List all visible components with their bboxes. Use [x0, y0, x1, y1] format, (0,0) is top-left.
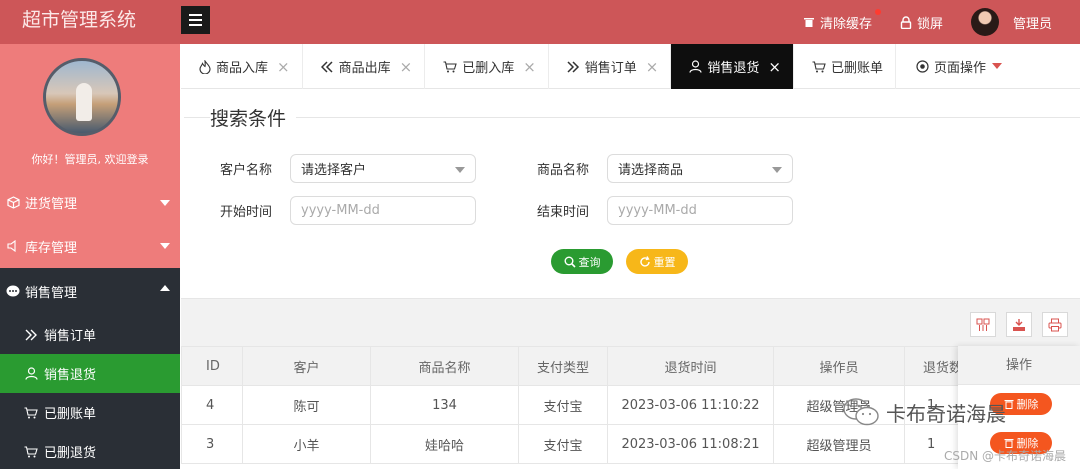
- col-id[interactable]: ID: [181, 346, 243, 386]
- tab-deleted-bills[interactable]: 已删账单: [794, 44, 896, 89]
- cart-icon: [24, 406, 38, 420]
- double-chevron-left-icon: [320, 60, 334, 73]
- tab-sales-orders[interactable]: 销售订单 ×: [549, 44, 672, 89]
- col-operator[interactable]: 操作员: [773, 346, 905, 386]
- columns-icon: [976, 318, 990, 332]
- lock-icon: [900, 15, 912, 29]
- reset-button[interactable]: 重置: [626, 249, 688, 274]
- sidebar-item-purchase[interactable]: 进货管理: [0, 181, 180, 224]
- menu-toggle-button[interactable]: [181, 6, 210, 34]
- search-icon: [564, 256, 576, 268]
- lock-screen-label: 锁屏: [916, 16, 943, 32]
- tab-stock-out[interactable]: 商品出库 ×: [303, 44, 426, 89]
- user-name[interactable]: 管理员: [1013, 13, 1052, 32]
- product-select[interactable]: 请选择商品: [607, 154, 793, 183]
- cart-icon: [812, 60, 826, 73]
- watermark: 卡布奇诺海晨: [842, 397, 1006, 427]
- chevron-down-icon: [455, 167, 465, 173]
- user-avatar[interactable]: [970, 8, 999, 36]
- close-icon[interactable]: ×: [277, 58, 290, 76]
- chevron-down-icon: [992, 63, 1002, 69]
- close-icon[interactable]: ×: [523, 58, 536, 76]
- sales-submenu: 销售订单 销售退货 已删账单 已删退货: [0, 315, 180, 469]
- speaker-icon: [6, 239, 20, 253]
- sidebar-item-deleted-bills[interactable]: 已删账单: [0, 393, 180, 432]
- user-outline-icon: [689, 60, 702, 73]
- double-chevron-icon: [24, 328, 38, 342]
- col-action: 操作: [958, 346, 1080, 385]
- customer-label: 客户名称: [220, 163, 273, 178]
- cart-icon: [24, 445, 38, 459]
- query-button[interactable]: 查询: [551, 249, 613, 274]
- profile-avatar: [43, 58, 121, 136]
- wechat-icon: [842, 397, 880, 427]
- trash-icon: [803, 18, 814, 27]
- col-payment[interactable]: 支付类型: [518, 346, 608, 386]
- chevron-down-icon: [160, 200, 170, 206]
- tab-stock-in[interactable]: 商品入库 ×: [181, 44, 303, 89]
- sidebar: 你好！管理员, 欢迎登录 进货管理 库存管理 销售管理 销售订单 销售退货 已删…: [0, 44, 180, 469]
- sidebar-item-sales-returns[interactable]: 销售退货: [0, 354, 180, 393]
- chevron-down-icon: [160, 243, 170, 249]
- clear-cache-label: 清除缓存: [819, 16, 872, 32]
- table-header-row: ID 客户 商品名称 支付类型 退货时间 操作员 退货数: [181, 346, 975, 386]
- refresh-icon: [639, 255, 651, 268]
- col-return-time[interactable]: 退货时间: [607, 346, 774, 386]
- product-label: 商品名称: [537, 163, 590, 178]
- sidebar-item-sales[interactable]: 销售管理: [0, 268, 180, 315]
- tab-bar: 商品入库 × 商品出库 × 已删入库 × 销售订单 × 销售退货 × 已删账单 …: [181, 44, 1080, 89]
- end-date-label: 结束时间: [537, 205, 590, 220]
- profile-panel: 你好！管理员, 欢迎登录: [0, 44, 180, 181]
- notification-dot: [874, 8, 881, 15]
- cube-icon: [6, 196, 20, 210]
- flame-icon: [199, 59, 211, 74]
- close-icon[interactable]: ×: [400, 58, 413, 76]
- export-button[interactable]: [1006, 312, 1032, 337]
- sidebar-item-sales-orders[interactable]: 销售订单: [0, 315, 180, 354]
- table-toolbar: [181, 298, 1080, 346]
- print-button[interactable]: [1042, 312, 1068, 337]
- lock-screen-button[interactable]: 锁屏: [900, 13, 943, 32]
- tab-sales-returns[interactable]: 销售退货 ×: [671, 44, 794, 89]
- close-icon[interactable]: ×: [646, 58, 659, 76]
- app-title: 超市管理系统: [22, 9, 137, 31]
- columns-button[interactable]: [970, 312, 996, 337]
- sidebar-item-deleted-returns[interactable]: 已删退货: [0, 432, 180, 469]
- print-icon: [1048, 318, 1062, 332]
- welcome-text: 你好！管理员, 欢迎登录: [31, 153, 149, 166]
- double-chevron-right-icon: [567, 60, 580, 73]
- top-header: 超市管理系统 清除缓存 锁屏 管理员: [0, 0, 1080, 44]
- divider: [184, 117, 1080, 118]
- search-title: 搜索条件: [210, 104, 297, 131]
- sidebar-item-inventory[interactable]: 库存管理: [0, 224, 180, 268]
- clear-cache-button[interactable]: 清除缓存: [803, 8, 881, 32]
- chevron-down-icon: [772, 167, 782, 173]
- close-icon[interactable]: ×: [768, 58, 781, 76]
- user-outline-icon: [24, 367, 38, 381]
- chevron-up-icon: [160, 285, 170, 291]
- col-customer[interactable]: 客户: [242, 346, 371, 386]
- start-date-label: 开始时间: [220, 205, 273, 220]
- csdn-watermark: CSDN @卡布奇诺海晨: [943, 449, 1066, 463]
- table-row[interactable]: 3 小羊 娃哈哈 支付宝 2023-03-06 11:08:21 超级管理员 1: [181, 424, 975, 464]
- cart-icon: [443, 60, 457, 73]
- chat-icon: [6, 285, 20, 299]
- target-icon: [916, 59, 929, 73]
- customer-select[interactable]: 请选择客户: [290, 154, 476, 183]
- page-ops-dropdown[interactable]: 页面操作: [896, 44, 1002, 88]
- end-date-input[interactable]: yyyy-MM-dd: [607, 196, 793, 225]
- col-product[interactable]: 商品名称: [370, 346, 519, 386]
- export-icon: [1012, 318, 1026, 332]
- tab-deleted-stock-in[interactable]: 已删入库 ×: [425, 44, 549, 89]
- start-date-input[interactable]: yyyy-MM-dd: [290, 196, 476, 225]
